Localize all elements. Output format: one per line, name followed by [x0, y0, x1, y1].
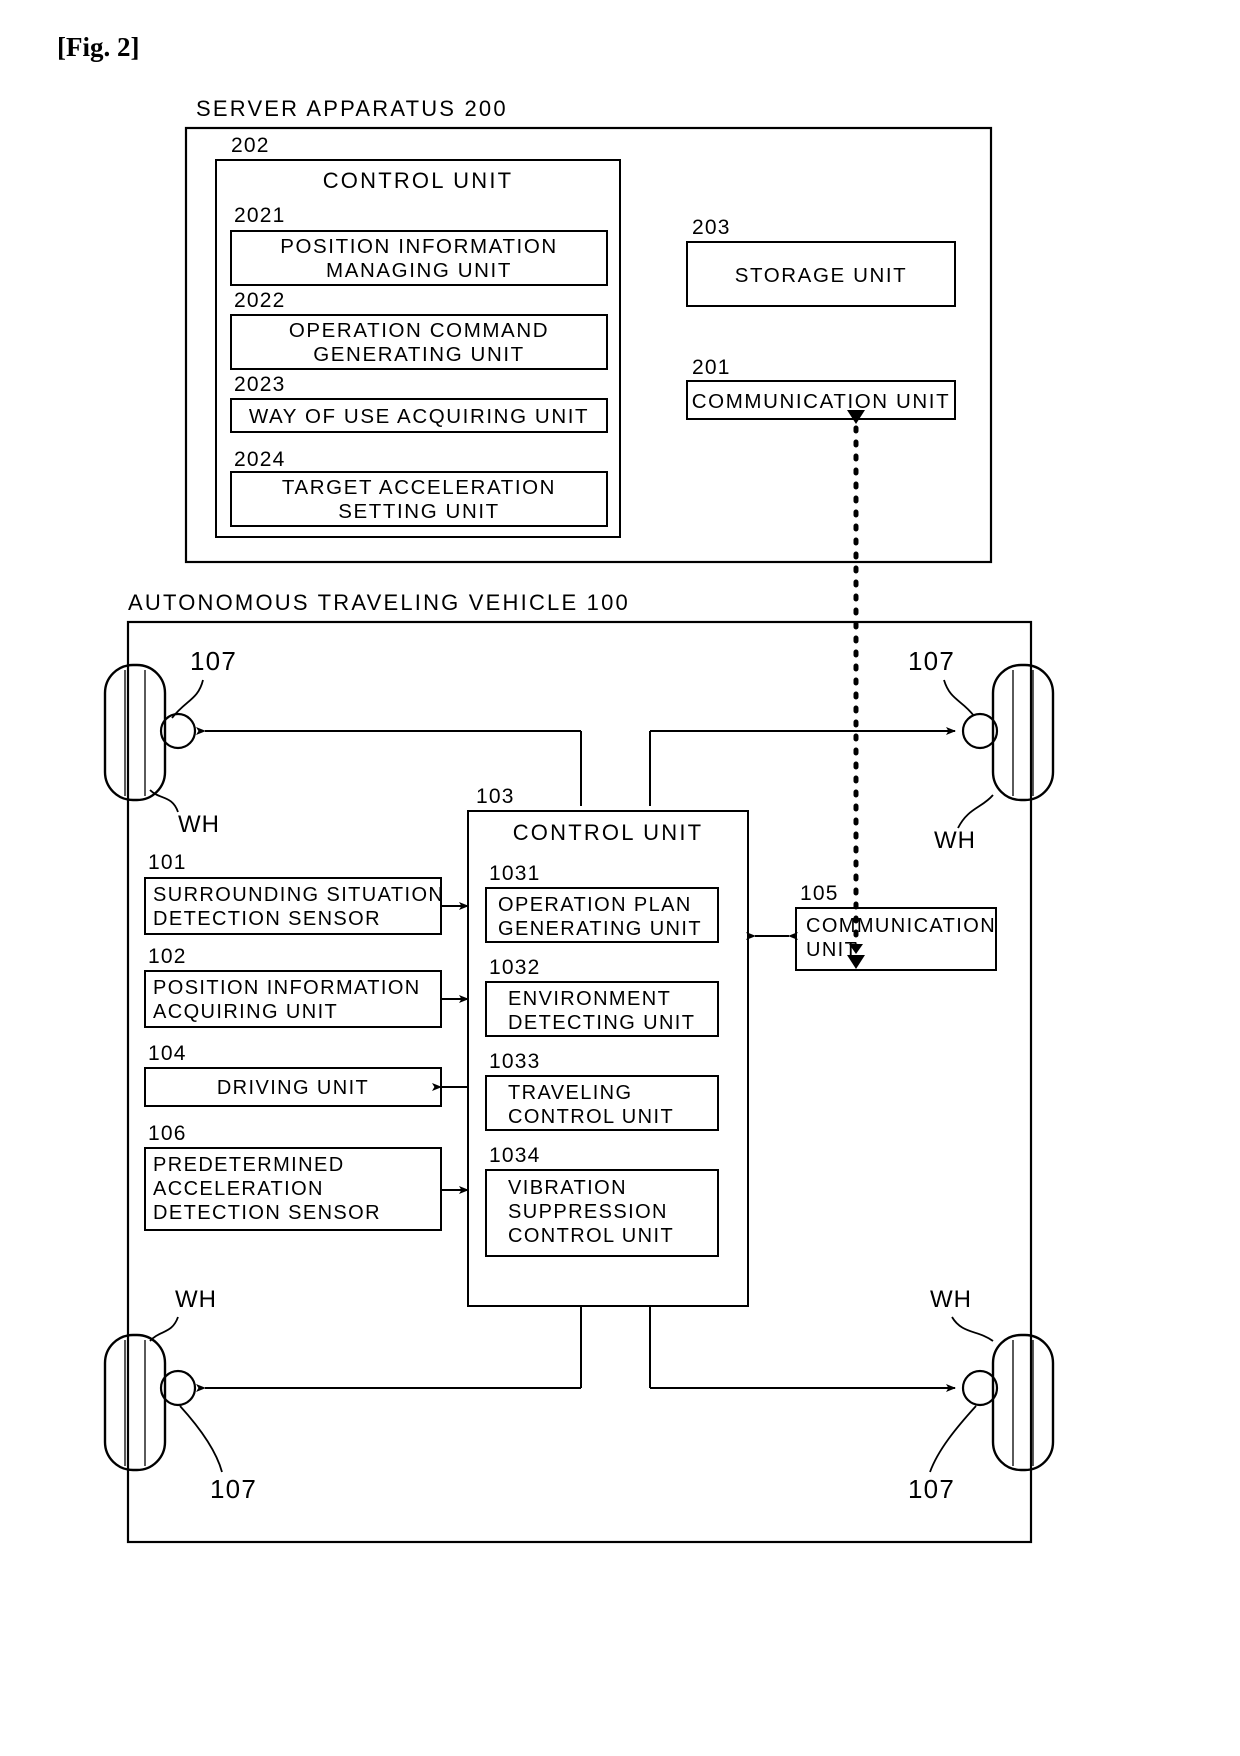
motor-ref-rear-left: 107 [210, 1474, 257, 1504]
leader-rear-right-wh [951, 1316, 994, 1342]
leader-front-right-107 [943, 679, 975, 717]
component-106-line1: PREDETERMINED [153, 1154, 345, 1176]
module-ref-2023: 2023 [234, 373, 286, 396]
leader-front-right-wh [957, 794, 994, 829]
wheel-ref-front-right: WH [934, 827, 976, 854]
component-104-line1: DRIVING UNIT [217, 1077, 369, 1099]
module-1034-line2: SUPPRESSION [508, 1201, 668, 1223]
module-ref-1033: 1033 [489, 1050, 541, 1073]
module-1031-line2: GENERATING UNIT [498, 918, 702, 940]
vehicle-title: AUTONOMOUS TRAVELING VEHICLE 100 [128, 590, 630, 615]
tyre-shape [991, 663, 1055, 802]
vehicle-communication-line2: UNIT [806, 939, 858, 961]
patent-figure-page: [Fig. 2] SERVER APPARATUS 200 202 CONTRO… [0, 0, 1240, 1756]
module-2023-line1: WAY OF USE ACQUIRING UNIT [249, 405, 589, 428]
component-101-line2: DETECTION SENSOR [153, 908, 381, 930]
leader-rear-right-107 [929, 1405, 977, 1473]
component-106-line2: ACCELERATION [153, 1178, 324, 1200]
vehicle-communication-line1: COMMUNICATION [806, 915, 996, 937]
motor-ref-front-left: 107 [190, 646, 237, 676]
module-2022-line2: GENERATING UNIT [313, 343, 525, 366]
module-1034-line1: VIBRATION [508, 1177, 627, 1199]
wheel-front-left [103, 663, 197, 802]
component-ref-102: 102 [148, 945, 187, 968]
module-2024-line1: TARGET ACCELERATION [282, 476, 556, 499]
server-control-unit-ref: 202 [231, 134, 270, 157]
server-title: SERVER APPARATUS 200 [196, 96, 508, 121]
component-ref-104: 104 [148, 1042, 187, 1065]
module-ref-2022: 2022 [234, 289, 286, 312]
storage-unit-ref: 203 [692, 216, 731, 239]
motor-ref-front-right: 107 [908, 646, 955, 676]
component-ref-106: 106 [148, 1122, 187, 1145]
figure-canvas: SERVER APPARATUS 200 202 CONTROL UNIT 20… [103, 96, 1055, 1544]
wheel-rear-right [961, 1333, 1055, 1472]
motor-ref-rear-right: 107 [908, 1474, 955, 1504]
module-ref-2021: 2021 [234, 204, 286, 227]
wheel-rear-left [103, 1333, 197, 1472]
tyre-shape [103, 1333, 167, 1472]
storage-unit-label: STORAGE UNIT [735, 264, 908, 287]
component-106-line3: DETECTION SENSOR [153, 1202, 381, 1224]
leader-rear-left-107 [179, 1405, 223, 1473]
module-1032-line2: DETECTING UNIT [508, 1012, 695, 1034]
leader-front-left-wh [149, 789, 179, 813]
wheel-ref-front-left: WH [178, 811, 220, 838]
module-1033-line2: CONTROL UNIT [508, 1106, 674, 1128]
module-ref-1034: 1034 [489, 1144, 541, 1167]
wireless-link-arrow-up [847, 410, 865, 424]
vehicle-control-unit-title: CONTROL UNIT [513, 820, 704, 845]
vehicle-control-unit-ref: 103 [476, 785, 515, 808]
wheel-ref-rear-left: WH [175, 1286, 217, 1313]
module-2021-line1: POSITION INFORMATION [280, 235, 558, 258]
tyre-shape [103, 663, 167, 802]
component-101-line1: SURROUNDING SITUATION [153, 884, 444, 906]
leader-front-left-107 [171, 679, 204, 719]
module-ref-2024: 2024 [234, 448, 286, 471]
module-ref-1032: 1032 [489, 956, 541, 979]
module-1032-line1: ENVIRONMENT [508, 988, 671, 1010]
module-1033-line1: TRAVELING [508, 1082, 632, 1104]
wheel-front-right [961, 663, 1055, 802]
leader-rear-left-wh [149, 1316, 179, 1342]
vehicle-communication-unit-ref: 105 [800, 882, 839, 905]
wheel-ref-rear-right: WH [930, 1286, 972, 1313]
server-communication-unit-ref: 201 [692, 356, 731, 379]
component-102-line2: ACQUIRING UNIT [153, 1001, 338, 1023]
module-1031-line1: OPERATION PLAN [498, 894, 692, 916]
server-control-unit-title: CONTROL UNIT [323, 168, 514, 193]
module-2024-line2: SETTING UNIT [338, 500, 500, 523]
server-communication-unit-label: COMMUNICATION UNIT [692, 390, 950, 413]
component-102-line1: POSITION INFORMATION [153, 977, 421, 999]
tyre-shape [991, 1333, 1055, 1472]
module-2022-line1: OPERATION COMMAND [289, 319, 549, 342]
module-ref-1031: 1031 [489, 862, 541, 885]
component-ref-101: 101 [148, 851, 187, 874]
module-2021-line2: MANAGING UNIT [326, 259, 512, 282]
module-1034-line3: CONTROL UNIT [508, 1225, 674, 1247]
